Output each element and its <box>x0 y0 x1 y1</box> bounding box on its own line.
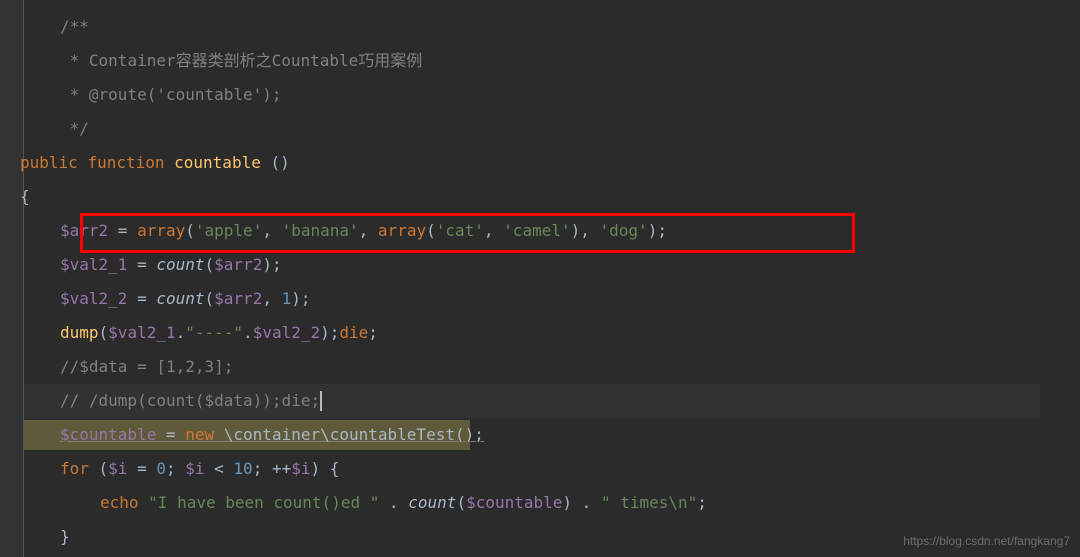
code-line[interactable]: $countable = new \container\countableTes… <box>20 418 1080 452</box>
string-literal: 'cat' <box>436 216 484 246</box>
variable: $countable <box>60 425 156 444</box>
keyword-die: die <box>339 318 368 348</box>
code-line[interactable]: public function countable () <box>20 146 1080 180</box>
brace-close: } <box>60 522 70 552</box>
number-literal: 1 <box>282 284 292 314</box>
brace-open: { <box>20 182 30 212</box>
comment-text: * Container容器类剖析之Countable巧用案例 <box>60 46 422 76</box>
function-call: dump <box>60 318 99 348</box>
parentheses: () <box>261 148 290 178</box>
string-literal: " times\n" <box>601 488 697 518</box>
class-name: \container\countableTest(); <box>214 425 484 444</box>
code-line[interactable]: for ( $i = 0 ; $i < 10 ; ++ $i ) { <box>20 452 1080 486</box>
variable: $i <box>108 454 127 484</box>
string-literal: 'dog' <box>600 216 648 246</box>
keyword-for: for <box>60 454 89 484</box>
code-line[interactable]: $val2_2 = count ( $arr2 , 1 ); <box>20 282 1080 316</box>
builtin-function: count <box>156 250 204 280</box>
keyword-echo: echo <box>100 488 139 518</box>
string-literal: 'banana' <box>282 216 359 246</box>
keyword-array: array <box>378 216 426 246</box>
code-line[interactable]: //$data = [1,2,3]; <box>20 350 1080 384</box>
string-literal: "I have been count()ed " <box>139 488 380 518</box>
keyword-function: function <box>87 148 164 178</box>
variable: $i <box>185 454 204 484</box>
keyword-array: array <box>137 216 185 246</box>
string-literal: 'apple' <box>195 216 262 246</box>
comment-text: //$data = [1,2,3]; <box>60 352 233 382</box>
keyword-new: new <box>185 425 214 444</box>
code-line[interactable]: // /dump(count($data));die; <box>20 384 1080 418</box>
comment-text: */ <box>60 114 89 144</box>
watermark-text: https://blog.csdn.net/fangkang7 <box>903 530 1070 552</box>
code-line[interactable]: /** <box>60 10 1080 44</box>
code-line[interactable]: { <box>20 180 1080 214</box>
code-line[interactable]: * @route('countable'); <box>60 78 1080 112</box>
code-editor[interactable]: /** * Container容器类剖析之Countable巧用案例 * @ro… <box>0 0 1080 554</box>
variable: $val2_2 <box>253 318 320 348</box>
code-line[interactable]: $val2_1 = count ( $arr2 ); <box>20 248 1080 282</box>
variable: $val2_1 <box>60 250 127 280</box>
comment-text: /** <box>60 12 89 42</box>
variable: $i <box>291 454 310 484</box>
comment-text: // /dump(count($data));die; <box>60 386 320 416</box>
variable: $arr2 <box>214 284 262 314</box>
code-line[interactable]: * Container容器类剖析之Countable巧用案例 <box>60 44 1080 78</box>
builtin-function: count <box>408 488 456 518</box>
code-line[interactable]: echo "I have been count()ed " . count ( … <box>20 486 1080 520</box>
variable: $arr2 <box>214 250 262 280</box>
text-cursor <box>320 391 322 411</box>
keyword-public: public <box>20 148 78 178</box>
string-literal: "----" <box>185 318 243 348</box>
number-literal: 10 <box>233 454 252 484</box>
code-line[interactable]: $arr2 = array ( 'apple' , 'banana' , arr… <box>20 214 1080 248</box>
comment-text: * @route('countable'); <box>60 80 282 110</box>
code-line[interactable]: dump ( $val2_1 . "----" . $val2_2 ); die… <box>20 316 1080 350</box>
variable: $val2_2 <box>60 284 127 314</box>
variable: $val2_1 <box>108 318 175 348</box>
variable: $arr2 <box>60 216 108 246</box>
variable: $countable <box>466 488 562 518</box>
builtin-function: count <box>156 284 204 314</box>
number-literal: 0 <box>156 454 166 484</box>
function-name: countable <box>174 148 261 178</box>
string-literal: 'camel' <box>503 216 570 246</box>
code-line[interactable]: */ <box>60 112 1080 146</box>
